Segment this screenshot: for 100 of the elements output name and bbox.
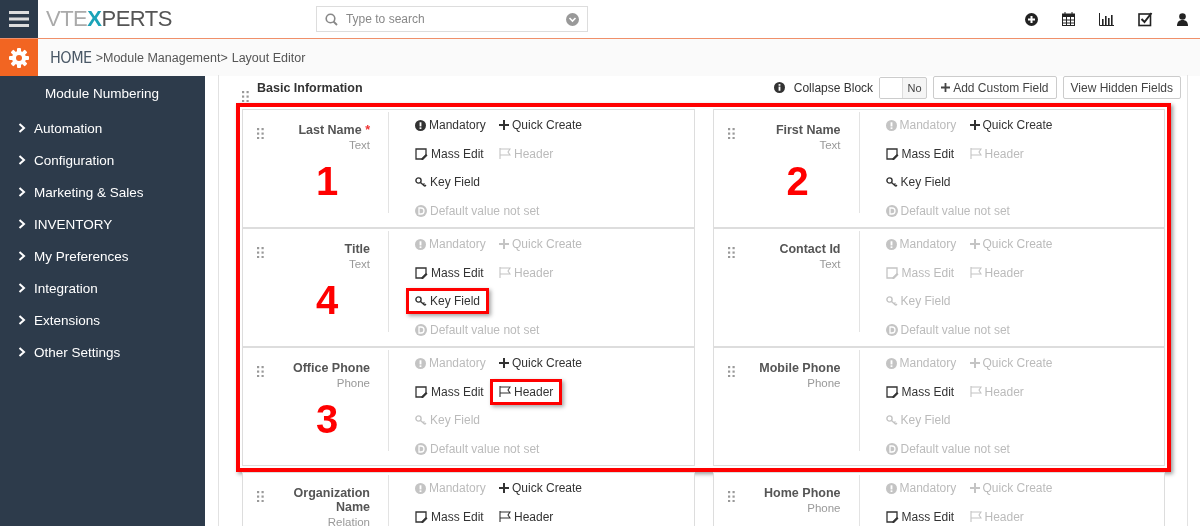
field-name: Home Phone [763,486,841,500]
annotation-number: 4 [314,278,340,323]
field-card[interactable]: Office Phone Phone 3 Mandatory Quick Create Mass Edit Header Key Field Default value not set [242,347,695,466]
annotation-number: 3 [314,397,340,442]
sidebar-item[interactable]: Integration [0,272,205,304]
field-name: First Name [774,123,841,137]
pencil-card-icon [415,385,428,398]
pencil-card-icon [885,510,899,523]
exclamation-circle-icon [415,482,426,494]
field-name: Contact Id [778,242,841,256]
key-field-option[interactable]: Key Field [406,288,490,314]
sidebar-item-label: Extensions [34,312,101,328]
chevron-icon [18,283,26,293]
field-type: Phone [806,502,841,514]
sidebar-item[interactable]: Other Settings [0,336,205,368]
header-option[interactable]: Header [490,503,563,526]
logo[interactable]: VTEXPERTS [46,6,172,32]
key-icon [885,415,898,425]
field-type: Phone [335,377,370,389]
search-field[interactable]: Type to search [343,11,560,27]
sidebar-item[interactable]: Automation [0,112,205,144]
drag-handle-icon[interactable] [257,366,264,377]
drag-handle-icon[interactable] [727,366,735,377]
sidebar-item[interactable]: Extensions [0,304,205,336]
field-name: Title [343,242,370,256]
drag-handle-icon[interactable] [727,128,735,139]
menu-button[interactable] [0,0,38,38]
sidebar-item-label: Other Settings [34,344,121,360]
dropdown-icon[interactable] [565,12,579,26]
mass-edit-option[interactable]: Mass Edit [406,259,493,286]
sidebar-item[interactable]: Marketing & Sales [0,176,205,208]
sidebar-item-label: Integration [34,280,98,296]
flag-icon [969,511,982,522]
flag-icon [969,148,982,159]
drag-handle-icon[interactable] [257,128,264,139]
view-hidden-fields-button[interactable]: View Hidden Fields [1062,76,1181,99]
field-type: Text [818,139,841,151]
field-card[interactable]: Mobile Phone Phone Mandatory Quick Create Mass Edit Header Key Field Default value not set [712,347,1165,466]
field-name: Office Phone [291,361,370,375]
breadcrumb-item[interactable]: >Module Management> [95,50,228,65]
plus-icon [499,239,509,249]
flag-icon [969,386,982,397]
breadcrumb-item[interactable]: HOME [50,48,92,67]
pencil-card-icon [885,147,899,160]
d-circle-icon [885,204,898,217]
field-card[interactable]: Title Text 4 Mandatory Quick Create Mass Edit Header Key Field Default value not set [242,228,695,347]
sidebar-item[interactable]: Configuration [0,144,205,176]
sidebar-item[interactable]: Module Numbering [0,80,205,107]
field-type: Relation [326,516,370,526]
collapse-toggle[interactable]: No [879,76,928,99]
bar-chart-icon[interactable] [1099,12,1114,26]
mass-edit-option[interactable]: Mass Edit [406,378,493,405]
exclamation-circle-icon [885,119,897,131]
annotation-number: 1 [314,159,340,204]
checkbox-icon[interactable] [1138,11,1153,27]
key-field-option[interactable]: Key Field [876,169,960,195]
block-title: Basic Information [257,80,363,95]
chevron-icon [18,315,26,325]
pencil-card-icon [415,266,428,279]
drag-handle-icon[interactable] [242,91,249,102]
key-icon [415,415,427,425]
d-circle-icon [415,204,427,217]
mass-edit-option[interactable]: Mass Edit [406,503,493,526]
key-icon [885,177,898,187]
flag-icon [499,511,511,522]
field-type: Text [818,258,841,270]
drag-handle-icon[interactable] [257,247,264,258]
sidebar-item[interactable]: My Preferences [0,240,205,272]
chevron-icon [18,219,26,229]
mass-edit-option[interactable]: Mass Edit [406,140,493,167]
key-icon [415,177,427,187]
key-icon [415,296,427,306]
drag-handle-icon[interactable] [727,491,735,502]
field-card[interactable]: Last Name * Text 1 Mandatory Quick Create Mass Edit Header Key Field Default value not set [242,109,695,228]
plus-icon [969,239,980,249]
field-card[interactable]: Organization Name Relation Mandatory Quick Create Mass Edit Header [242,472,695,526]
field-card[interactable]: First Name Text 2 Mandatory Quick Create Mass Edit Header Key Field Default value not set [712,109,1165,228]
drag-handle-icon[interactable] [727,247,735,258]
key-field-option[interactable]: Key Field [406,169,490,195]
plus-icon [499,120,509,130]
chevron-icon [18,347,26,357]
field-name: Mobile Phone [758,361,841,375]
add-custom-field-button[interactable]: Add Custom Field [933,76,1057,99]
add-icon[interactable] [1025,12,1038,26]
exclamation-circle-icon [885,238,897,250]
search-bar[interactable]: Type to search [315,6,588,32]
field-card[interactable]: Contact Id Text Mandatory Quick Create Mass Edit Header Key Field Default value not set [712,228,1165,347]
sidebar-item[interactable]: INVENTORY [0,208,205,240]
exclamation-circle-icon [415,238,426,250]
collapse-block-label: Collapse Block [793,80,874,95]
drag-handle-icon[interactable] [257,491,264,502]
header-option[interactable]: Header [490,378,563,405]
user-icon[interactable] [1177,12,1188,26]
calendar-icon[interactable] [1062,12,1075,26]
sidebar-item-label: Marketing & Sales [34,184,144,200]
field-card[interactable]: Home Phone Phone Mandatory Quick Create Mass Edit Header [712,472,1165,526]
d-circle-icon [415,323,427,336]
chevron-icon [18,123,26,133]
field-name: Organization Name [292,486,370,514]
plus-icon [969,358,980,368]
